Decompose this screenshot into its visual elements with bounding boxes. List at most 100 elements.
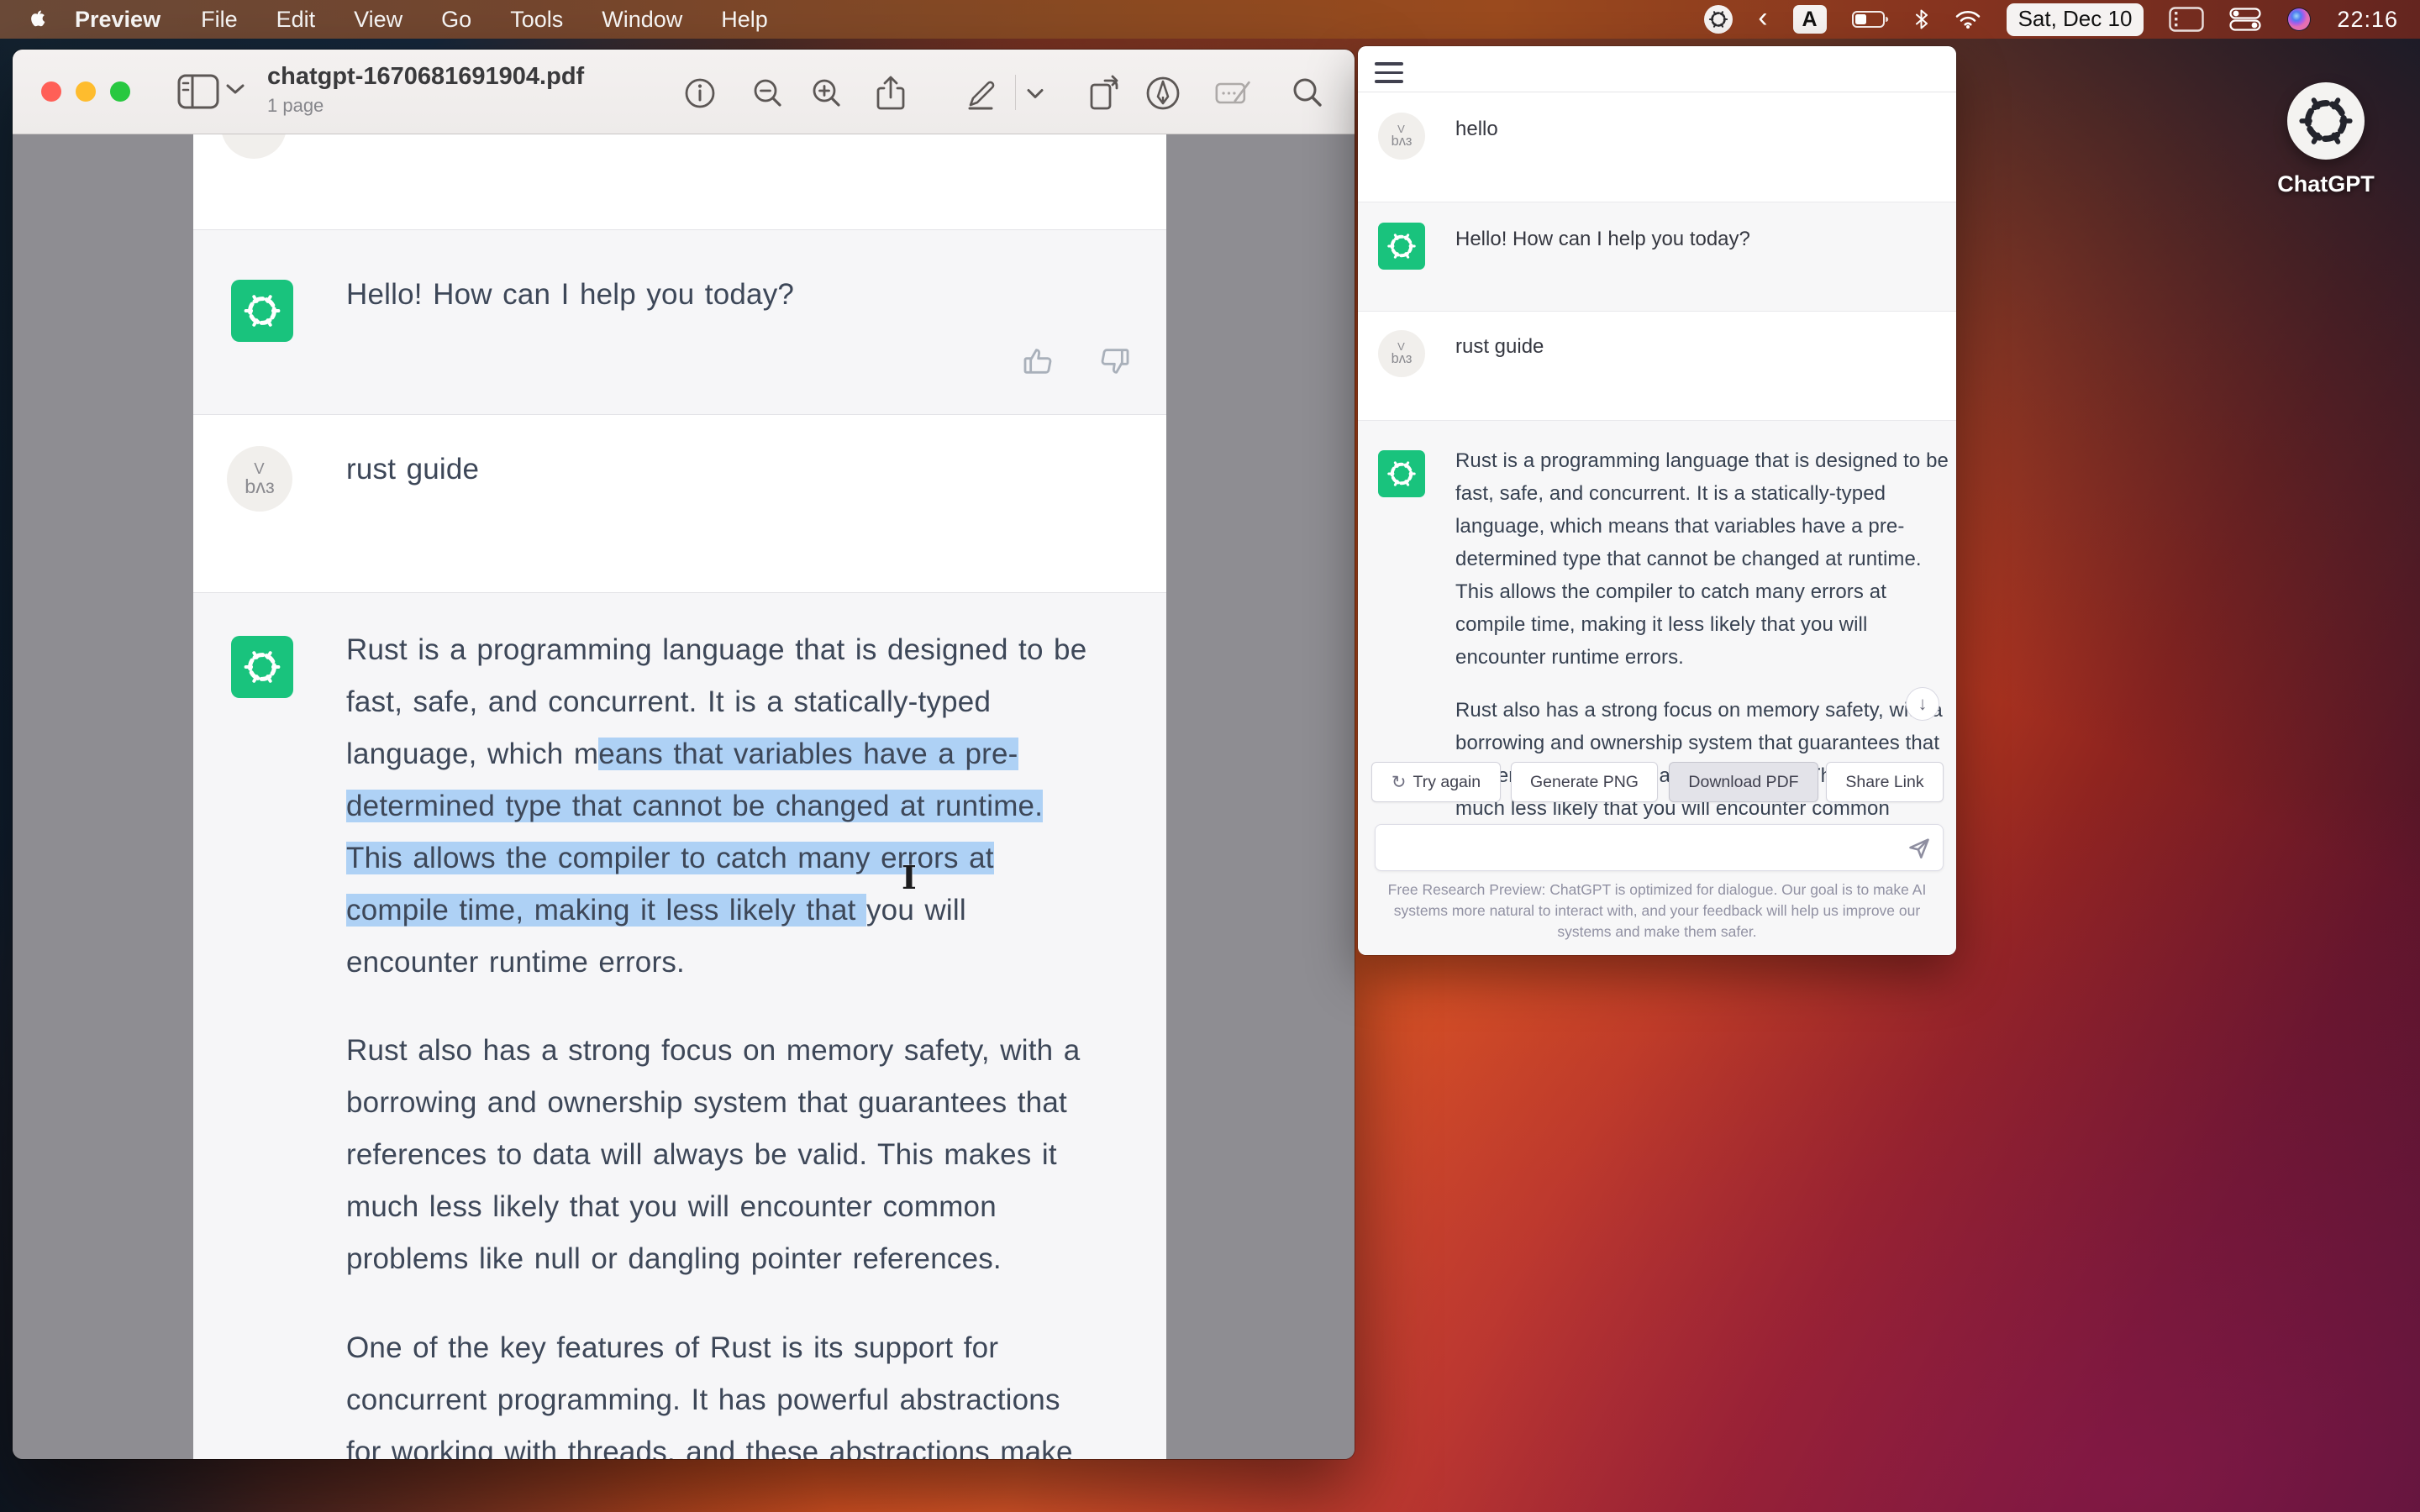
chat-header	[1358, 46, 1956, 92]
menu-item-go[interactable]: Go	[422, 0, 491, 39]
share-icon[interactable]	[872, 75, 909, 112]
rotate-icon[interactable]	[1086, 75, 1123, 112]
selected-text: compile time, making it less likely that	[346, 894, 866, 927]
menu-bar: Preview FileEditViewGoToolsWindowHelp ‹ …	[0, 0, 2420, 39]
chat-text-line: compile time, making it less likely that…	[1455, 608, 1949, 641]
search-icon[interactable]	[1289, 75, 1326, 112]
siri-icon[interactable]	[2286, 7, 2312, 32]
text-note-icon[interactable]	[1215, 75, 1252, 112]
pdf-text-line: borrowing and ownership system that guar…	[346, 1077, 1080, 1129]
zoom-out-icon[interactable]	[750, 75, 786, 112]
avatar-glyph: V	[254, 461, 265, 477]
pdf-response-paragraph: Rust also has a strong focus on memory s…	[346, 1025, 1080, 1285]
wifi-icon[interactable]	[1954, 9, 1981, 29]
document-title: chatgpt-1670681691904.pdf	[267, 63, 584, 91]
zoom-button[interactable]	[110, 81, 130, 102]
try-again-button[interactable]: ↻Try again	[1371, 762, 1501, 802]
avatar-glyph: bʌɜ	[239, 134, 268, 136]
highlighter-icon[interactable]	[963, 75, 1000, 112]
menu-item-file[interactable]: File	[182, 0, 257, 39]
page-count: 1 page	[267, 95, 584, 117]
chat-action-buttons: ↻Try againGenerate PNG Download PDFShare …	[1358, 762, 1956, 802]
pdf-text-line: language, which means that variables hav…	[346, 728, 1086, 780]
user-avatar: V bʌɜ	[1378, 113, 1425, 160]
pdf-text-line: encounter runtime errors.	[346, 937, 1086, 989]
download-pdf-button[interactable]: Download PDF	[1669, 762, 1818, 802]
pdf-text-line: references to data will always be valid.…	[346, 1129, 1080, 1181]
menu-left: Preview FileEditViewGoToolsWindowHelp	[0, 0, 787, 39]
menu-item-window[interactable]: Window	[582, 0, 702, 39]
minimize-button[interactable]	[76, 81, 96, 102]
chatgpt-desktop-icon[interactable]: ChatGPT	[2259, 82, 2393, 197]
control-center-icon[interactable]	[2229, 8, 2261, 31]
pdf-text-line: problems like null or dangling pointer r…	[346, 1233, 1080, 1285]
pdf-text-line: much less likely that you will encounter…	[346, 1181, 1080, 1233]
avatar-glyph: bʌɜ	[1392, 352, 1413, 365]
menu-date[interactable]: Sat, Dec 10	[2007, 3, 2144, 36]
generate-png-button[interactable]: Generate PNG	[1511, 762, 1658, 802]
sidebar-chevron-down-icon[interactable]	[226, 83, 245, 99]
input-source-badge[interactable]: A	[1793, 5, 1827, 34]
markup-pen-icon[interactable]	[1144, 75, 1181, 112]
desktop-icon-label: ChatGPT	[2259, 171, 2393, 197]
chat-assistant-message: Hello! How can I help you today?	[1455, 228, 1750, 251]
chat-text-line: encounter runtime errors.	[1455, 641, 1949, 674]
chatgpt-avatar	[231, 280, 293, 342]
chevron-down-icon[interactable]	[1023, 75, 1048, 112]
thumbs-down-icon	[1098, 344, 1132, 382]
info-icon[interactable]	[681, 75, 718, 112]
menu-clock[interactable]: 22:16	[2337, 7, 2398, 33]
chat-text-line: This allows the compiler to catch many e…	[1455, 575, 1949, 608]
assistant-greeting: Hello! How can I help you today?	[346, 269, 794, 321]
battery-icon[interactable]	[1852, 10, 1889, 29]
pdf-response-paragraph: One of the key features of Rust is its s…	[346, 1322, 1073, 1459]
back-chevron-icon[interactable]: ‹	[1758, 3, 1767, 36]
selected-text: This allows the compiler to catch many e…	[346, 842, 994, 874]
menu-item-help[interactable]: Help	[702, 0, 787, 39]
avatar-glyph: bʌɜ	[1392, 134, 1413, 148]
text-cursor: I	[902, 862, 917, 894]
share-link-button[interactable]: Share Link	[1826, 762, 1944, 802]
chat-response-paragraph: Rust is a programming language that is d…	[1455, 444, 1949, 674]
chat-text-line: Rust is a programming language that is d…	[1455, 444, 1949, 477]
menu-item-tools[interactable]: Tools	[491, 0, 582, 39]
pdf-response-paragraph: Rust is a programming language that is d…	[346, 624, 1086, 989]
chat-message-input[interactable]	[1375, 824, 1944, 871]
pdf-text-line: Rust is a programming language that is d…	[346, 624, 1086, 676]
menu-item-edit[interactable]: Edit	[257, 0, 335, 39]
pdf-text-line: concurrent programming. It has powerful …	[346, 1374, 1073, 1426]
pdf-text-line: determined type that cannot be changed a…	[346, 780, 1086, 832]
selected-text: eans that variables have a pre-	[598, 738, 1018, 770]
preview-canvas: bʌɜ Hello! How can I help you today? V b…	[13, 134, 1355, 1459]
status-area: ‹ A Sat, Dec 10 22:16	[1704, 3, 2420, 36]
sidebar-icon[interactable]	[177, 74, 219, 109]
menu-hamburger-icon[interactable]	[1375, 62, 1403, 83]
chatgpt-export-window: V bʌɜ hello Hello! How can I help you to…	[1358, 46, 1956, 955]
menu-app-name[interactable]: Preview	[54, 0, 182, 39]
chat-assistant-row: Hello! How can I help you today?	[1358, 202, 1956, 312]
pdf-text-line: Rust also has a strong focus on memory s…	[346, 1025, 1080, 1077]
chat-response-paragraph: Rust also has a strong focus on memory s…	[1455, 694, 1943, 825]
send-icon[interactable]	[1906, 834, 1933, 861]
chat-text-line: Rust also has a strong focus on memory s…	[1455, 694, 1943, 727]
chat-text-line: language, which means that variables hav…	[1455, 510, 1949, 543]
bluetooth-icon[interactable]	[1914, 8, 1929, 31]
zoom-in-icon[interactable]	[808, 75, 845, 112]
apple-icon[interactable]	[29, 5, 54, 34]
close-button[interactable]	[41, 81, 61, 102]
openai-icon[interactable]	[1704, 5, 1733, 34]
toolbar-divider	[1015, 75, 1016, 110]
chatgpt-avatar	[231, 636, 293, 698]
scroll-to-bottom-button[interactable]: ↓	[1906, 687, 1939, 721]
menu-item-view[interactable]: View	[334, 0, 422, 39]
chat-text-line: borrowing and ownership system that guar…	[1455, 727, 1943, 759]
document-titles: chatgpt-1670681691904.pdf 1 page	[267, 63, 584, 117]
chat-user-row: V bʌɜ hello	[1358, 92, 1956, 202]
display-icon[interactable]	[2169, 7, 2204, 32]
menu-items: FileEditViewGoToolsWindowHelp	[182, 0, 787, 39]
chat-user-row: V bʌɜ rust guide	[1358, 312, 1956, 420]
pdf-page[interactable]: bʌɜ Hello! How can I help you today? V b…	[193, 134, 1166, 1459]
user-prompt: rust guide	[346, 444, 479, 496]
chat-footer-disclaimer: Free Research Preview: ChatGPT is optimi…	[1378, 879, 1936, 942]
pdf-text-line: This allows the compiler to catch many e…	[346, 832, 1086, 885]
